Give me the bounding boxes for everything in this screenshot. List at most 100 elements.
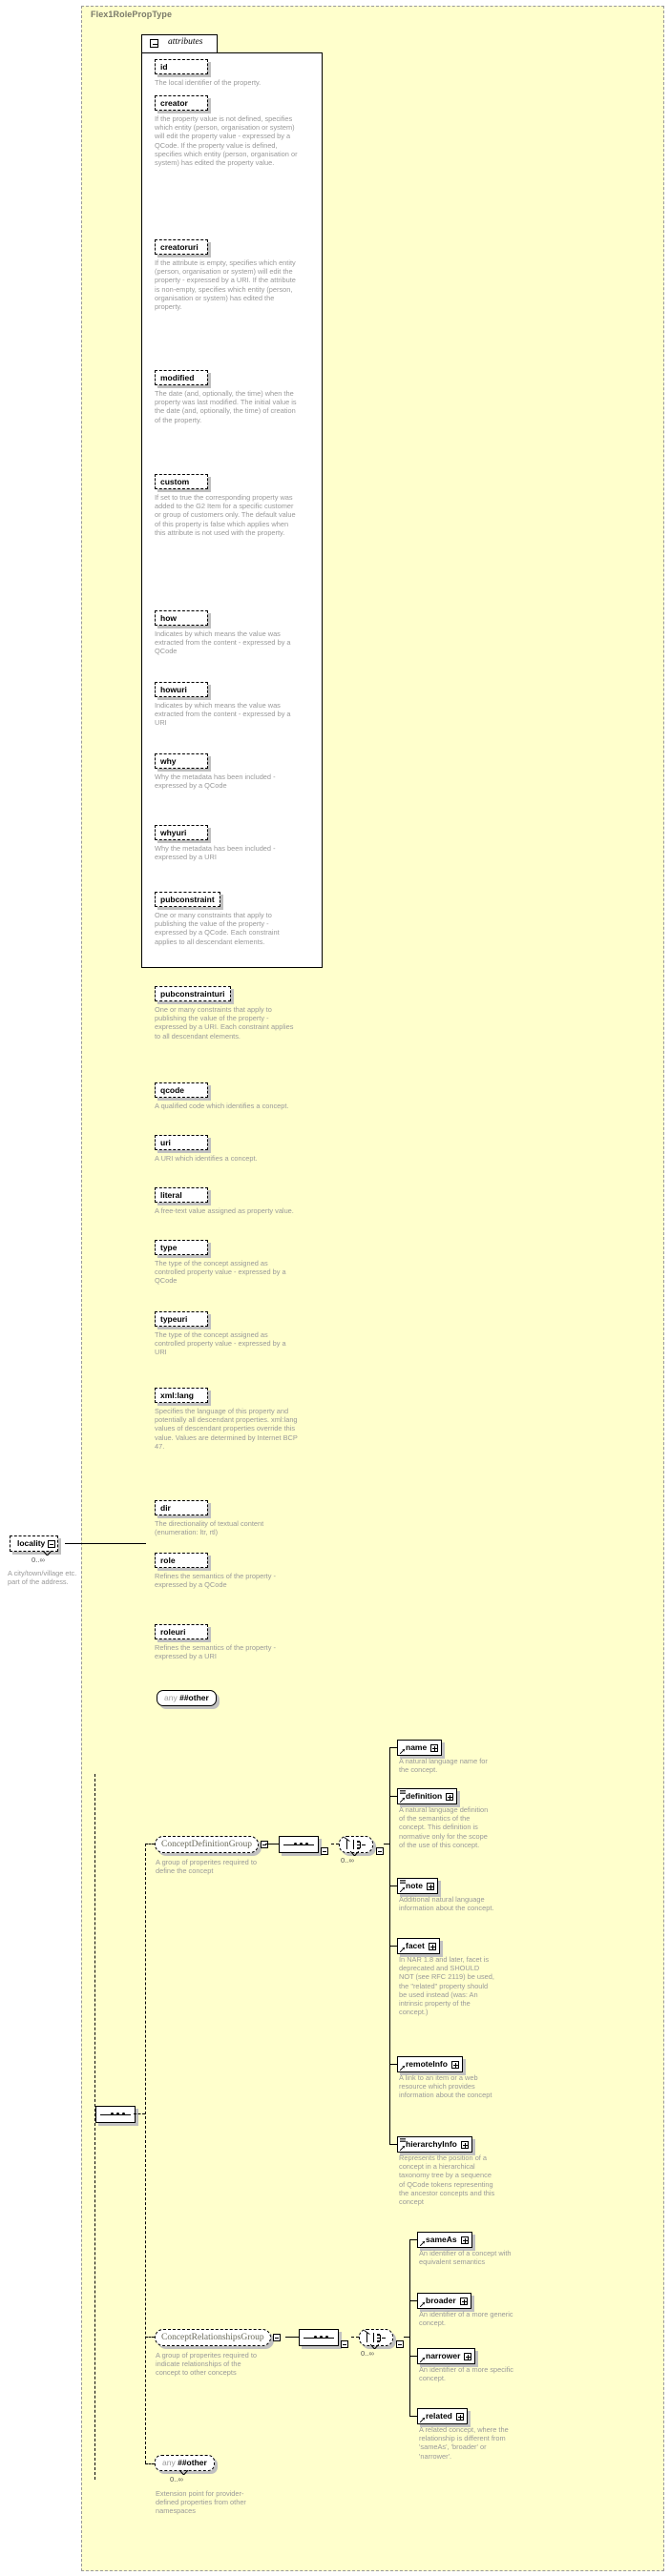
attribute-name[interactable]: pubconstraint: [155, 892, 220, 907]
collapse-icon[interactable]: [150, 39, 158, 48]
expand-icon[interactable]: [428, 1942, 436, 1950]
element-facet[interactable]: facet: [397, 1938, 440, 1954]
attribute-howuri[interactable]: howuri Indicates by which means the valu…: [155, 682, 298, 728]
group-ConceptRelationshipsGroup[interactable]: ConceptRelationshipsGroup: [155, 2329, 281, 2346]
any-chip[interactable]: any ##other: [157, 1690, 217, 1706]
attribute-pubconstraint[interactable]: pubconstraint One or many constraints th…: [155, 892, 298, 946]
attribute-name[interactable]: whyuri: [155, 825, 208, 840]
element-name[interactable]: name: [397, 1740, 443, 1756]
element-name-chip[interactable]: hierarchyInfo: [397, 2136, 472, 2153]
element-name-chip[interactable]: locality: [10, 1535, 59, 1552]
attribute-creatoruri[interactable]: creatoruri If the attribute is empty, sp…: [155, 239, 298, 311]
element-related[interactable]: related: [417, 2408, 468, 2424]
attribute-name[interactable]: pubconstrainturi: [155, 986, 231, 1001]
top-sequence-node[interactable]: [95, 2106, 136, 2125]
element-locality[interactable]: locality: [10, 1535, 59, 1552]
attribute-name[interactable]: uri: [155, 1135, 208, 1150]
expand-collapse-icon[interactable]: [272, 2333, 281, 2341]
attribute-how[interactable]: how Indicates by which means the value w…: [155, 610, 298, 656]
sequence-icon[interactable]: [279, 1836, 319, 1853]
attribute-name[interactable]: how: [155, 610, 208, 626]
expand-icon[interactable]: [459, 2297, 468, 2305]
attribute-modified[interactable]: modified The date (and, optionally, the …: [155, 370, 298, 424]
crg-repeat-node[interactable]: [359, 2329, 404, 2348]
cdg-repeat-node[interactable]: [339, 1836, 384, 1855]
element-name-chip[interactable]: facet: [397, 1938, 440, 1954]
element-remoteInfo[interactable]: remoteInfo: [397, 2056, 463, 2072]
cdg-sequence-node[interactable]: [279, 1836, 328, 1855]
attribute-name[interactable]: howuri: [155, 682, 208, 697]
attribute-name[interactable]: why: [155, 753, 208, 769]
attribute-name[interactable]: creatoruri: [155, 239, 208, 255]
element-name-chip[interactable]: remoteInfo: [397, 2056, 463, 2072]
attribute-creator[interactable]: creator If the property value is not def…: [155, 95, 298, 167]
element-narrower[interactable]: narrower: [417, 2348, 476, 2364]
attribute-whyuri[interactable]: whyuri Why the metadata has been include…: [155, 825, 298, 861]
element-note[interactable]: note: [397, 1878, 438, 1894]
any-chip[interactable]: any ##other: [155, 2455, 215, 2471]
expand-icon[interactable]: [450, 2060, 459, 2069]
element-definition[interactable]: definition: [397, 1788, 458, 1804]
element-name-chip[interactable]: definition: [397, 1788, 458, 1804]
attribute-custom[interactable]: custom If set to true the corresponding …: [155, 474, 298, 537]
expand-icon[interactable]: [430, 1743, 439, 1752]
element-name-chip[interactable]: name: [397, 1740, 443, 1756]
attribute-name[interactable]: type: [155, 1240, 208, 1255]
expand-icon[interactable]: [460, 2236, 469, 2244]
element-sameAs[interactable]: sameAs: [417, 2232, 472, 2248]
crg-sequence-node[interactable]: [299, 2329, 348, 2348]
element-name-chip[interactable]: narrower: [417, 2348, 476, 2364]
attribute-why[interactable]: why Why the metadata has been included -…: [155, 753, 298, 790]
group-name-chip[interactable]: ConceptDefinitionGroup: [155, 1836, 259, 1853]
attribute-name[interactable]: qcode: [155, 1082, 208, 1098]
attribute-literal[interactable]: literal A free-text value assigned as pr…: [155, 1187, 298, 1215]
attribute-name[interactable]: dir: [155, 1500, 208, 1515]
attribute-role[interactable]: role Refines the semantics of the proper…: [155, 1553, 298, 1589]
attribute-name[interactable]: id: [155, 59, 208, 74]
attribute-name[interactable]: literal: [155, 1187, 208, 1203]
attribute-typeuri[interactable]: typeuri The type of the concept assigned…: [155, 1311, 298, 1357]
attribute-dir[interactable]: dir The directionality of textual conten…: [155, 1500, 298, 1536]
connector-line: [389, 1796, 397, 1797]
element-label: facet: [406, 1941, 425, 1950]
attribute-name[interactable]: role: [155, 1553, 208, 1568]
expand-icon[interactable]: [455, 2412, 464, 2421]
element-name-chip[interactable]: note: [397, 1878, 438, 1894]
attribute-pubconstrainturi[interactable]: pubconstrainturi One or many constraints…: [155, 986, 298, 1041]
attribute-name[interactable]: xml:lang: [155, 1388, 208, 1403]
expand-icon[interactable]: [464, 2352, 472, 2360]
connector-line: [409, 2356, 417, 2357]
expand-collapse-icon[interactable]: [396, 2339, 404, 2348]
element-hierarchyInfo[interactable]: hierarchyInfo: [397, 2136, 472, 2153]
attribute-id[interactable]: id The local identifier of the property.: [155, 59, 298, 87]
sequence-icon[interactable]: [95, 2106, 136, 2123]
attribute-name[interactable]: creator: [155, 95, 208, 111]
attribute-name[interactable]: modified: [155, 370, 208, 385]
attributes-any-other[interactable]: any ##other: [157, 1690, 217, 1706]
extension-point-any[interactable]: any ##other: [155, 2455, 215, 2471]
expand-collapse-icon[interactable]: [321, 1846, 328, 1855]
attribute-qcode[interactable]: qcode A qualified code which identifies …: [155, 1082, 298, 1110]
element-name-chip[interactable]: broader: [417, 2293, 471, 2309]
group-ConceptDefinitionGroup[interactable]: ConceptDefinitionGroup: [155, 1836, 268, 1853]
expand-collapse-icon[interactable]: [376, 1846, 384, 1855]
attribute-name[interactable]: custom: [155, 474, 208, 489]
element-desc: In NAR 1.8 and later, facet is deprecate…: [399, 1955, 494, 2017]
attribute-desc: One or many constraints that apply to pu…: [155, 1005, 294, 1041]
attribute-type[interactable]: type The type of the concept assigned as…: [155, 1240, 298, 1286]
expand-collapse-icon[interactable]: [341, 2339, 348, 2348]
element-name-chip[interactable]: sameAs: [417, 2232, 472, 2248]
attribute-name[interactable]: typeuri: [155, 1311, 208, 1327]
attribute-roleuri[interactable]: roleuri Refines the semantics of the pro…: [155, 1624, 298, 1660]
sequence-icon[interactable]: [299, 2329, 339, 2346]
attribute-xml-lang[interactable]: xml:lang Specifies the language of this …: [155, 1388, 298, 1451]
group-name-chip[interactable]: ConceptRelationshipsGroup: [155, 2329, 271, 2346]
element-broader[interactable]: broader: [417, 2293, 471, 2309]
element-name-chip[interactable]: related: [417, 2408, 468, 2424]
expand-icon[interactable]: [426, 1882, 434, 1890]
attribute-name[interactable]: roleuri: [155, 1624, 208, 1639]
expand-collapse-icon[interactable]: [48, 1539, 56, 1548]
expand-icon[interactable]: [446, 1792, 454, 1801]
attribute-uri[interactable]: uri A URI which identifies a concept.: [155, 1135, 298, 1163]
expand-icon[interactable]: [460, 2140, 469, 2149]
